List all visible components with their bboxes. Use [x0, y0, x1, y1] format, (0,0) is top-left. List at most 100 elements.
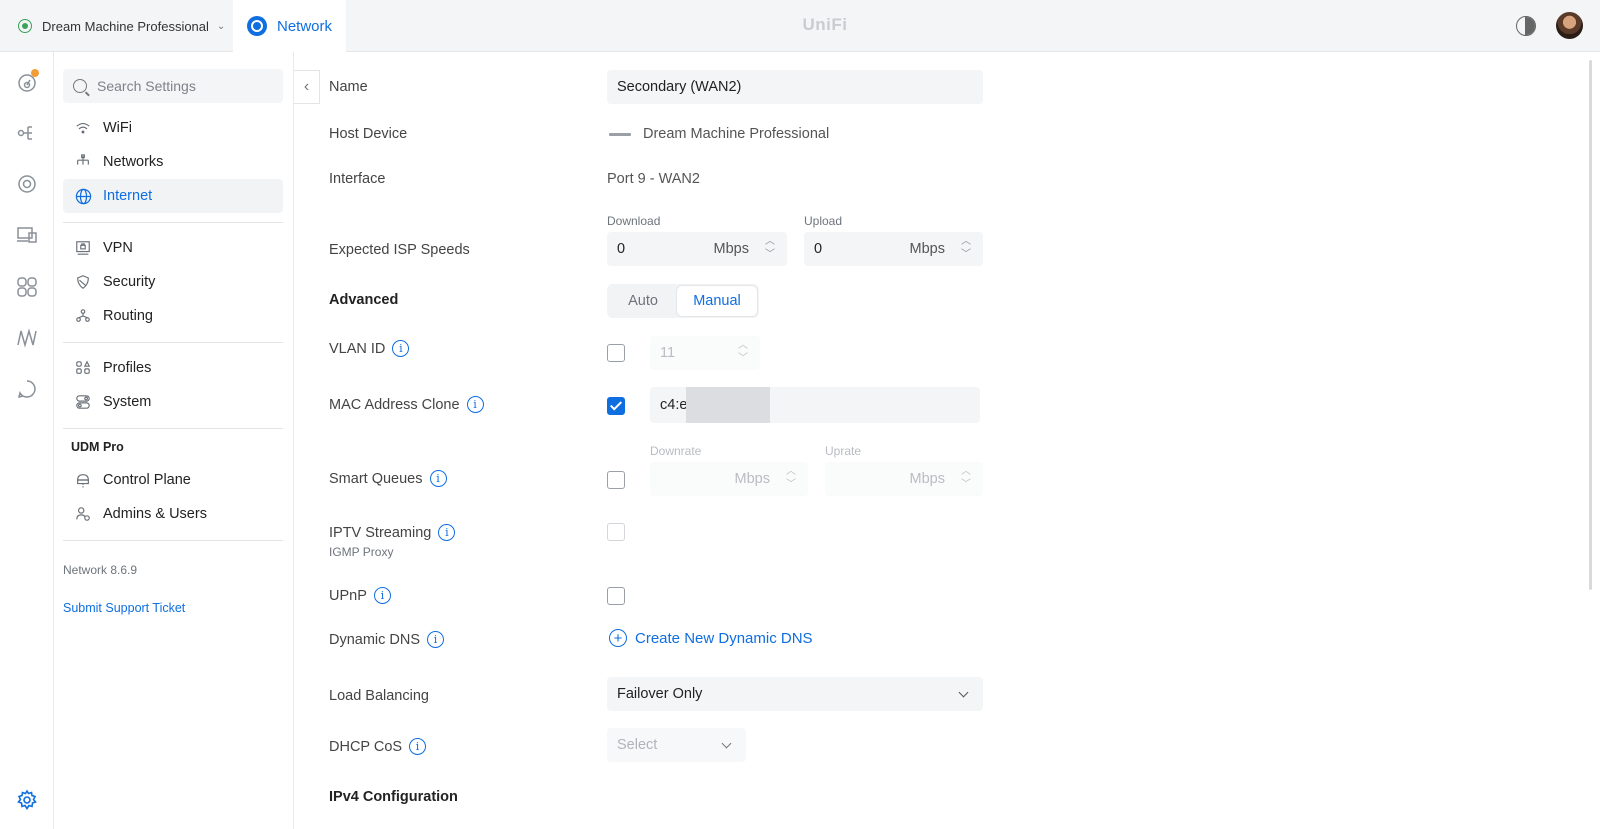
- settings-gear-icon[interactable]: [16, 789, 38, 811]
- mac-clone-checkbox[interactable]: [607, 397, 625, 415]
- nav-item-wifi[interactable]: WiFi: [63, 111, 283, 145]
- isp-speeds-label: Expected ISP Speeds: [329, 242, 470, 258]
- stepper-icon[interactable]: ︿ ﹀: [961, 235, 971, 261]
- uprate-label: Uprate: [825, 444, 862, 458]
- stepper-icon[interactable]: ︿ ﹀: [786, 465, 796, 491]
- download-unit: Mbps: [713, 241, 749, 257]
- nav-item-networks[interactable]: Networks: [63, 145, 283, 179]
- info-icon[interactable]: i: [392, 340, 410, 357]
- device-icon: [609, 132, 631, 136]
- nav-divider: [63, 342, 283, 343]
- smart-queues-checkbox[interactable]: [607, 471, 625, 489]
- topology-icon[interactable]: [16, 122, 38, 144]
- load-balancing-select[interactable]: Failover Only: [607, 677, 983, 711]
- download-label: Download: [607, 214, 661, 228]
- chevron-down-icon: [721, 738, 732, 749]
- create-dynamic-dns-button[interactable]: + Create New Dynamic DNS: [609, 629, 813, 647]
- downrate-unit: Mbps: [734, 471, 770, 487]
- device-selector[interactable]: Dream Machine Professional ⌄: [18, 16, 225, 36]
- nav-item-control-plane[interactable]: Control Plane: [63, 463, 283, 497]
- search-icon: [73, 79, 87, 93]
- device-status-icon: [18, 19, 32, 33]
- nav-item-admins-users[interactable]: Admins & Users: [63, 497, 283, 531]
- support-ticket-link[interactable]: Submit Support Ticket: [63, 601, 185, 615]
- iptv-label: IPTV Streaming i: [329, 524, 456, 541]
- dhcp-cos-select[interactable]: Select: [607, 728, 746, 762]
- nav-item-vpn[interactable]: VPN: [63, 231, 283, 265]
- advanced-manual-option[interactable]: Manual: [677, 286, 757, 316]
- upnp-checkbox[interactable]: [607, 587, 625, 605]
- mac-address-input[interactable]: c4:e: [650, 387, 980, 423]
- downrate-label: Downrate: [650, 444, 702, 458]
- stepper-icon[interactable]: ︿ ﹀: [738, 339, 748, 365]
- stepper-icon[interactable]: ︿ ﹀: [765, 235, 775, 261]
- upload-speed-input[interactable]: 0 Mbps ︿ ﹀: [804, 232, 983, 266]
- theme-toggle-icon[interactable]: [1516, 16, 1536, 36]
- ipv4-config-heading: IPv4 Configuration: [329, 789, 458, 805]
- nav-item-internet[interactable]: Internet: [63, 179, 283, 213]
- insights-icon[interactable]: [16, 327, 38, 349]
- version-label: Network 8.6.9: [63, 563, 138, 577]
- nav-item-label: Admins & Users: [103, 506, 207, 522]
- dhcp-cos-label: DHCP CoS i: [329, 738, 427, 755]
- plus-circle-icon: +: [609, 629, 627, 647]
- nav-item-security[interactable]: Security: [63, 265, 283, 299]
- iptv-checkbox[interactable]: [607, 523, 625, 541]
- dynamic-dns-label: Dynamic DNS i: [329, 631, 445, 648]
- upload-label: Upload: [804, 214, 843, 228]
- iptv-sublabel: IGMP Proxy: [329, 545, 394, 559]
- uprate-unit: Mbps: [909, 471, 945, 487]
- devices-icon[interactable]: [16, 173, 38, 195]
- info-icon[interactable]: i: [429, 470, 447, 487]
- smart-queues-label: Smart Queues i: [329, 470, 447, 487]
- stepper-icon[interactable]: ︿ ﹀: [961, 465, 971, 491]
- nav-item-label: Routing: [103, 308, 153, 324]
- interface-value: Port 9 - WAN2: [607, 171, 700, 187]
- scrollbar[interactable]: [1589, 60, 1592, 590]
- downrate-input[interactable]: Mbps ︿ ﹀: [650, 462, 808, 496]
- nav-item-label: Networks: [103, 154, 164, 170]
- clients-icon[interactable]: [16, 224, 38, 246]
- admins-users-icon: [74, 505, 92, 523]
- upnp-label: UPnP i: [329, 587, 391, 604]
- info-icon[interactable]: i: [438, 524, 456, 541]
- app-tab-network[interactable]: Network: [233, 0, 346, 52]
- alerts-icon[interactable]: [16, 378, 38, 400]
- name-input[interactable]: [607, 70, 983, 104]
- routing-icon: [74, 307, 92, 325]
- nav-item-label: Profiles: [103, 360, 152, 376]
- avatar[interactable]: [1556, 12, 1583, 39]
- nav-item-profiles[interactable]: Profiles: [63, 351, 283, 385]
- download-speed-input[interactable]: 0 Mbps ︿ ﹀: [607, 232, 787, 266]
- info-icon[interactable]: i: [427, 631, 445, 648]
- network-app-icon: [247, 16, 267, 36]
- chevron-left-icon: ‹: [303, 78, 310, 95]
- search-settings[interactable]: [63, 69, 283, 103]
- collapse-nav-button[interactable]: ‹: [294, 70, 320, 104]
- download-value: 0: [617, 241, 626, 257]
- advanced-mode-toggle: Auto Manual: [607, 284, 759, 318]
- device-name: Dream Machine Professional: [42, 18, 209, 34]
- advanced-auto-option[interactable]: Auto: [609, 286, 677, 316]
- search-input[interactable]: [97, 78, 267, 94]
- nav-item-label: Security: [103, 274, 156, 290]
- vlan-id-checkbox[interactable]: [607, 344, 625, 362]
- nav-section-title: UDM Pro: [71, 440, 124, 454]
- vlan-id-input[interactable]: 11 ︿ ﹀: [650, 336, 760, 370]
- uprate-input[interactable]: Mbps ︿ ﹀: [825, 462, 983, 496]
- system-icon: [74, 393, 92, 411]
- nav-item-system[interactable]: System: [63, 385, 283, 419]
- info-icon[interactable]: i: [373, 587, 391, 604]
- info-icon[interactable]: i: [466, 396, 484, 413]
- chevron-down-icon: ⌄: [216, 20, 226, 32]
- host-device-label: Host Device: [329, 126, 408, 142]
- name-label: Name: [329, 79, 368, 95]
- advanced-label: Advanced: [329, 292, 399, 308]
- info-icon[interactable]: i: [409, 738, 427, 755]
- nav-divider: [63, 222, 283, 223]
- statistics-icon[interactable]: [16, 276, 38, 298]
- nav-item-routing[interactable]: Routing: [63, 299, 283, 333]
- top-bar: Dream Machine Professional ⌄ Network Uni…: [0, 0, 1600, 52]
- upload-value: 0: [814, 241, 823, 257]
- vpn-icon: [74, 239, 92, 257]
